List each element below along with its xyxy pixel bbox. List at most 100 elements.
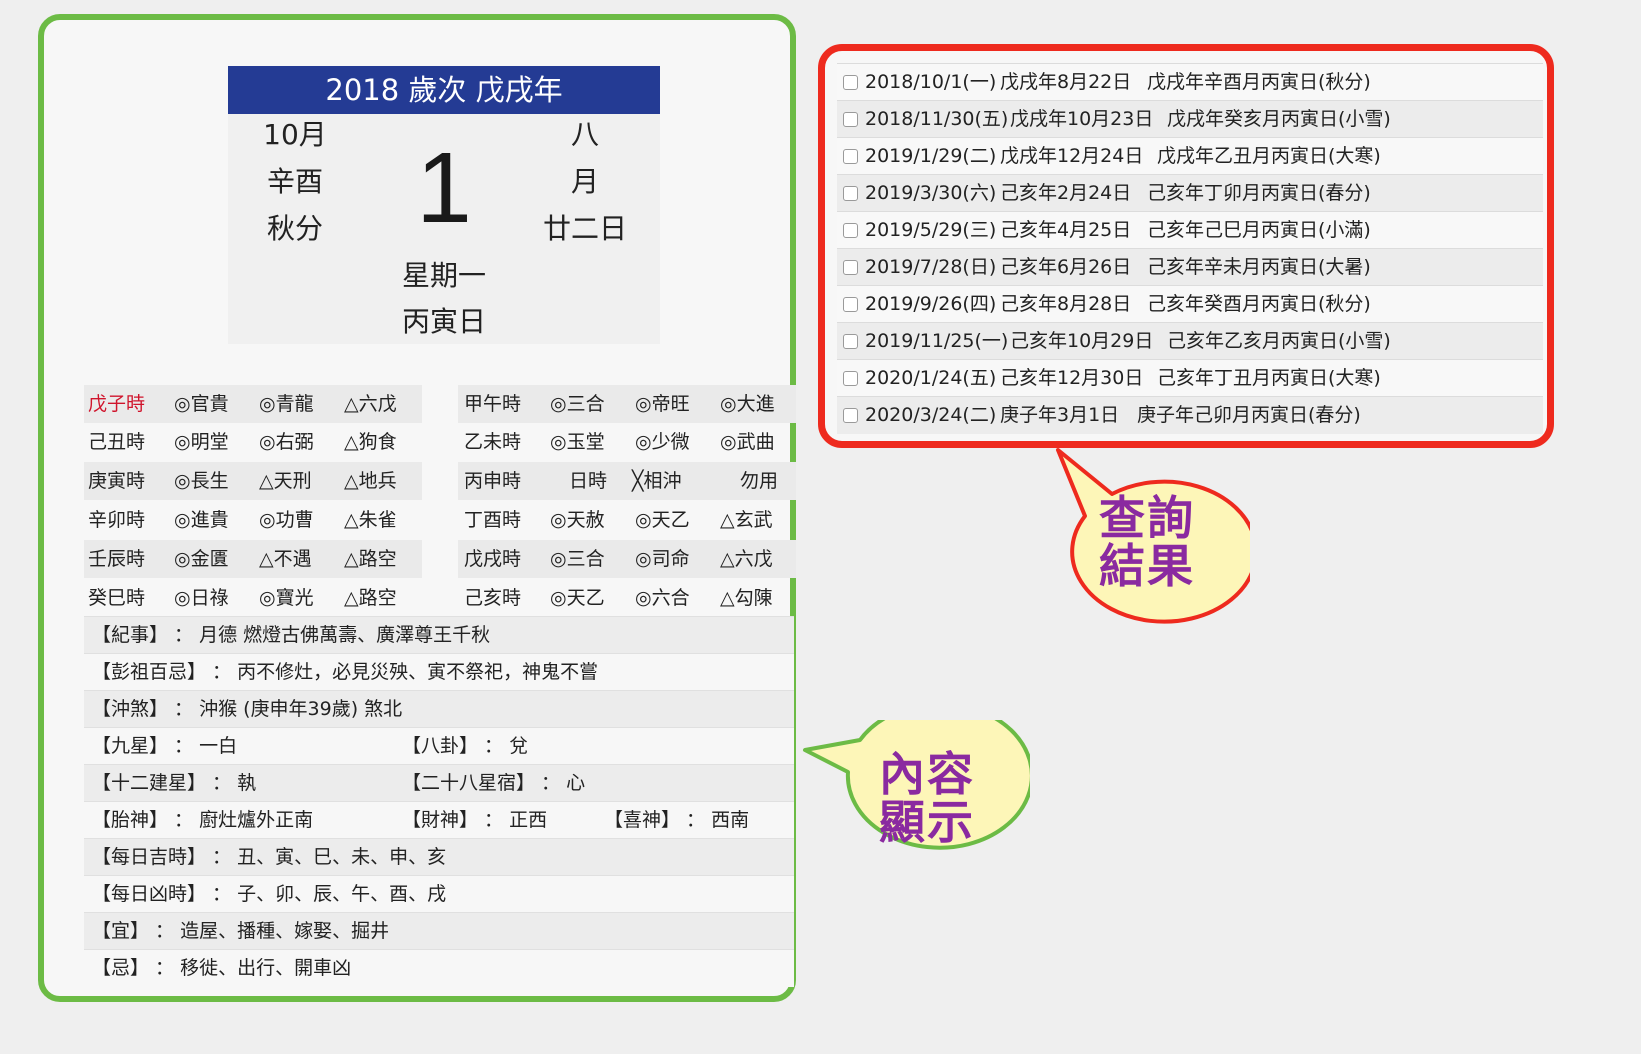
hour-god: ◎官貴 bbox=[174, 393, 229, 415]
result-ganzhi: 己亥年辛未月丙寅日(大暑) bbox=[1147, 256, 1371, 278]
hour-god: 日時 bbox=[569, 470, 608, 492]
result-date: 2019/1/29(二) bbox=[865, 145, 997, 167]
content-callout-line1: 內容 bbox=[879, 747, 975, 801]
result-checkbox[interactable] bbox=[843, 223, 858, 238]
result-checkbox[interactable] bbox=[843, 186, 858, 201]
hour-name: 癸巳時 bbox=[88, 587, 146, 609]
info-row-pengzu: 【彭祖百忌】 ： 丙不修灶，必見災殃、寅不祭祀，神鬼不嘗 bbox=[84, 653, 794, 691]
hour-god: ◎天乙 bbox=[635, 509, 690, 531]
hour-row: 戊子時 ◎官貴 ◎青龍 △六戊 甲午時 ◎三合 ◎帝旺 ◎大進 bbox=[84, 385, 796, 423]
results-callout-line1: 查詢 bbox=[1099, 491, 1195, 545]
result-checkbox[interactable] bbox=[843, 149, 858, 164]
day-number: 1 bbox=[416, 132, 472, 244]
result-row[interactable]: 2019/1/29(二) 戊戌年12月24日 戊戌年乙丑月丙寅日(大寒) bbox=[837, 137, 1543, 175]
hour-god: △不遇 bbox=[259, 548, 312, 570]
hour-god: ◎進貴 bbox=[174, 509, 229, 531]
hour-god: ◎三合 bbox=[550, 393, 605, 415]
info-row-jishi: 【紀事】 ： 月德 燃燈古佛萬壽、廣澤尊王千秋 bbox=[84, 616, 794, 654]
info-text: 【忌】 ： 移徙、出行、開車凶 bbox=[92, 957, 352, 979]
result-ganzhi: 己亥年丁丑月丙寅日(大寒) bbox=[1157, 367, 1381, 389]
result-row[interactable]: 2019/9/26(四) 己亥年8月28日 己亥年癸酉月丙寅日(秋分) bbox=[837, 285, 1543, 323]
hour-name: 丁酉時 bbox=[464, 509, 522, 531]
result-date: 2020/1/24(五) bbox=[865, 367, 997, 389]
hour-name: 己丑時 bbox=[88, 431, 146, 453]
hour-god: ◎司命 bbox=[635, 548, 690, 570]
hour-god: ╳相沖 bbox=[632, 470, 682, 492]
hour-god: ◎六合 bbox=[635, 587, 690, 609]
result-lunar: 庚子年3月1日 bbox=[1000, 404, 1120, 426]
hour-god: ◎寶光 bbox=[259, 587, 314, 609]
hour-name: 戊戌時 bbox=[464, 548, 522, 570]
info-text: 【財神】 ： 正西 bbox=[402, 809, 548, 831]
result-ganzhi: 己亥年癸酉月丙寅日(秋分) bbox=[1147, 293, 1371, 315]
result-row[interactable]: 2019/11/25(一) 己亥年10月29日 己亥年乙亥月丙寅日(小雪) bbox=[837, 322, 1543, 360]
info-text: 【沖煞】 ： 沖猴 (庚申年39歲) 煞北 bbox=[92, 698, 403, 720]
result-lunar: 己亥年12月30日 bbox=[1000, 367, 1144, 389]
result-lunar: 己亥年8月28日 bbox=[1000, 293, 1132, 315]
result-lunar: 戊戌年12月24日 bbox=[1000, 145, 1144, 167]
hour-god: △六戊 bbox=[344, 393, 397, 415]
results-callout-line2: 結果 bbox=[1099, 539, 1195, 593]
info-text: 【彭祖百忌】 ： 丙不修灶，必見災殃、寅不祭祀，神鬼不嘗 bbox=[92, 661, 599, 683]
hour-god: ◎青龍 bbox=[259, 393, 314, 415]
hour-god: ◎大進 bbox=[720, 393, 775, 415]
hour-name: 壬辰時 bbox=[88, 548, 146, 570]
query-results-panel: 2018/10/1(一) 戊戌年8月22日 戊戌年辛酉月丙寅日(秋分) 2018… bbox=[818, 44, 1554, 448]
hour-god: ◎天乙 bbox=[550, 587, 605, 609]
result-checkbox[interactable] bbox=[843, 408, 858, 423]
info-text: 【九星】 ： 一白 bbox=[92, 735, 238, 757]
hour-god: △地兵 bbox=[344, 470, 397, 492]
result-row[interactable]: 2018/10/1(一) 戊戌年8月22日 戊戌年辛酉月丙寅日(秋分) bbox=[837, 63, 1543, 101]
result-row[interactable]: 2019/5/29(三) 己亥年4月25日 己亥年己巳月丙寅日(小滿) bbox=[837, 211, 1543, 249]
hour-god: ◎玉堂 bbox=[550, 431, 605, 453]
result-lunar: 己亥年6月26日 bbox=[1000, 256, 1132, 278]
result-lunar: 己亥年10月29日 bbox=[1010, 330, 1154, 352]
hour-god: △六戊 bbox=[720, 548, 773, 570]
result-date: 2019/3/30(六) bbox=[865, 182, 997, 204]
hour-name-highlighted: 戊子時 bbox=[88, 393, 146, 415]
hour-row: 壬辰時 ◎金匱 △不遇 △路空 戊戌時 ◎三合 ◎司命 △六戊 bbox=[84, 540, 796, 578]
result-date: 2019/5/29(三) bbox=[865, 219, 997, 241]
hour-name: 丙申時 bbox=[464, 470, 522, 492]
hour-god: △狗食 bbox=[344, 431, 397, 453]
result-row[interactable]: 2019/3/30(六) 己亥年2月24日 己亥年丁卯月丙寅日(春分) bbox=[837, 174, 1543, 212]
info-text: 【每日凶時】 ： 子、卯、辰、午、酉、戌 bbox=[92, 883, 447, 905]
content-callout-line2: 顯示 bbox=[879, 795, 975, 849]
result-row[interactable]: 2018/11/30(五) 戊戌年10月23日 戊戌年癸亥月丙寅日(小雪) bbox=[837, 100, 1543, 138]
result-checkbox[interactable] bbox=[843, 112, 858, 127]
result-ganzhi: 己亥年丁卯月丙寅日(春分) bbox=[1147, 182, 1371, 204]
result-row[interactable]: 2020/3/24(二) 庚子年3月1日 庚子年己卯月丙寅日(春分) bbox=[837, 396, 1543, 434]
info-row-chongsha: 【沖煞】 ： 沖猴 (庚申年39歲) 煞北 bbox=[84, 690, 794, 728]
hour-god: △路空 bbox=[344, 548, 397, 570]
result-lunar: 己亥年2月24日 bbox=[1000, 182, 1132, 204]
lunar-month-label: 月 bbox=[570, 165, 599, 198]
result-row[interactable]: 2019/7/28(日) 己亥年6月26日 己亥年辛未月丙寅日(大暑) bbox=[837, 248, 1543, 286]
result-ganzhi: 戊戌年辛酉月丙寅日(秋分) bbox=[1147, 71, 1371, 93]
result-checkbox[interactable] bbox=[843, 297, 858, 312]
result-checkbox[interactable] bbox=[843, 260, 858, 275]
info-row-gods: 【胎神】 ： 廚灶爐外正南 【財神】 ： 正西 【喜神】 ： 西南 bbox=[84, 801, 794, 839]
hour-name: 乙未時 bbox=[464, 431, 522, 453]
result-ganzhi: 己亥年乙亥月丙寅日(小雪) bbox=[1167, 330, 1391, 352]
hour-god: △路空 bbox=[344, 587, 397, 609]
info-row-jianxing-xiu: 【十二建星】 ： 執 【二十八星宿】 ： 心 bbox=[84, 764, 794, 802]
calendar-year-header: 2018 歲次 戊戌年 bbox=[228, 66, 660, 114]
result-checkbox[interactable] bbox=[843, 371, 858, 386]
results-callout-text: 查詢 結果 bbox=[1082, 494, 1212, 590]
hour-row: 己丑時 ◎明堂 ◎右弼 △狗食 乙未時 ◎玉堂 ◎少微 ◎武曲 bbox=[84, 423, 796, 461]
result-lunar: 戊戌年10月23日 bbox=[1010, 108, 1154, 130]
hour-god: △天刑 bbox=[259, 470, 312, 492]
result-lunar: 己亥年4月25日 bbox=[1000, 219, 1132, 241]
day-ganzhi: 丙寅日 bbox=[401, 305, 486, 338]
lunar-month-digit: 八 bbox=[570, 118, 599, 151]
hour-god: △勾陳 bbox=[720, 587, 773, 609]
solar-month: 10月 bbox=[263, 118, 327, 151]
result-checkbox[interactable] bbox=[843, 75, 858, 90]
info-text: 【宜】 ： 造屋、播種、嫁娶、掘井 bbox=[92, 920, 390, 942]
result-row[interactable]: 2020/1/24(五) 己亥年12月30日 己亥年丁丑月丙寅日(大寒) bbox=[837, 359, 1543, 397]
hour-name: 己亥時 bbox=[464, 587, 522, 609]
info-text: 【喜神】 ： 西南 bbox=[604, 809, 750, 831]
result-checkbox[interactable] bbox=[843, 334, 858, 349]
result-date: 2018/10/1(一) bbox=[865, 71, 997, 93]
info-text: 【八卦】 ： 兌 bbox=[402, 735, 529, 757]
